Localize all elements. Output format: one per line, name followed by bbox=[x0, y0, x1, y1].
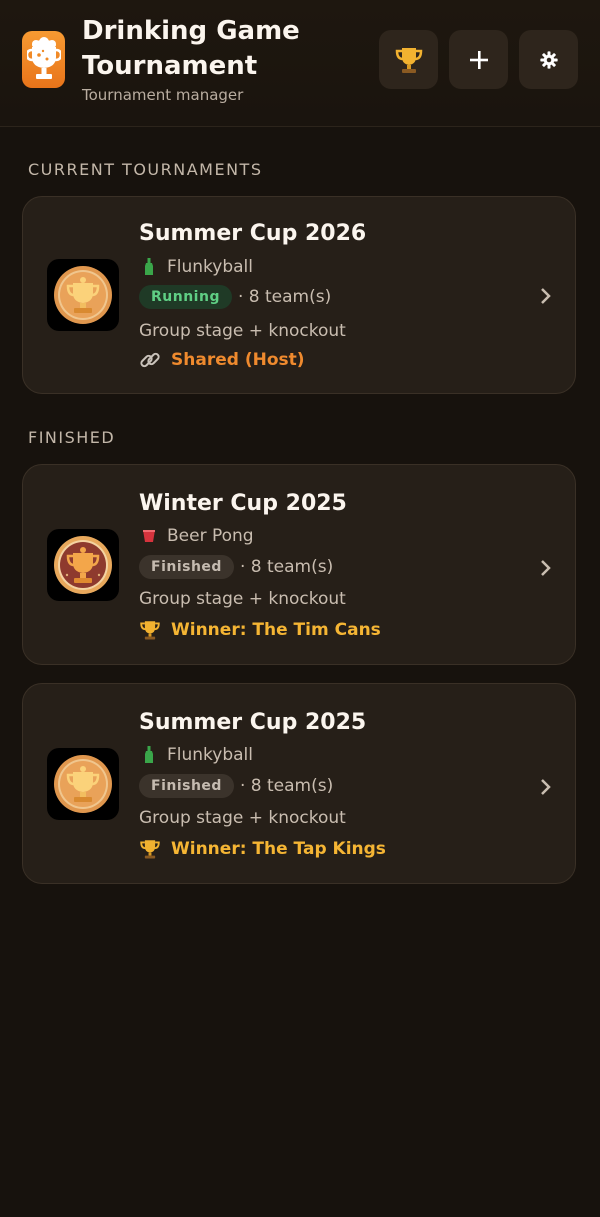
tournament-game: Beer Pong bbox=[139, 526, 254, 546]
chevron-right-icon bbox=[541, 779, 551, 795]
link-icon bbox=[139, 349, 161, 371]
gear-icon bbox=[539, 50, 558, 69]
bottle-icon bbox=[139, 258, 159, 276]
tournament-card[interactable]: Winter Cup 2025 Beer Pong Finished · 8 t… bbox=[22, 464, 576, 665]
status-badge: Running bbox=[139, 285, 232, 309]
tournament-format: Group stage + knockout bbox=[139, 808, 346, 828]
tournament-card[interactable]: Summer Cup 2026 Flunkyball Running · 8 t… bbox=[22, 196, 576, 394]
tournament-game: Flunkyball bbox=[139, 745, 253, 765]
tournament-note-text: Shared (Host) bbox=[171, 350, 305, 370]
tournament-game-name: Flunkyball bbox=[167, 745, 254, 765]
tournament-thumbnail bbox=[47, 748, 119, 820]
status-badge: Finished bbox=[139, 555, 234, 579]
trophy-button[interactable] bbox=[379, 30, 438, 89]
team-count: · 8 team(s) bbox=[237, 287, 332, 307]
bottle-icon bbox=[139, 746, 159, 764]
chevron-right-icon bbox=[541, 288, 551, 304]
status-badge: Finished bbox=[139, 774, 234, 798]
tournament-title: Summer Cup 2026 bbox=[139, 221, 367, 246]
tournament-status-row: Running · 8 team(s) bbox=[139, 285, 331, 309]
tournament-winner: Winner: The Tim Cans bbox=[139, 619, 381, 641]
section-current-label: CURRENT TOURNAMENTS bbox=[28, 160, 263, 179]
team-count: · 8 team(s) bbox=[239, 776, 334, 796]
tournament-game-name: Flunkyball bbox=[167, 257, 254, 277]
app-title: Drinking Game Tournament bbox=[82, 16, 300, 81]
settings-button[interactable] bbox=[519, 30, 578, 89]
add-tournament-button[interactable] bbox=[449, 30, 508, 89]
tournament-format: Group stage + knockout bbox=[139, 321, 346, 341]
team-count: · 8 team(s) bbox=[239, 557, 334, 577]
section-finished-label: FINISHED bbox=[28, 428, 116, 447]
trophy-icon bbox=[395, 47, 422, 73]
app-header: Drinking Game Tournament Tournament mana… bbox=[0, 0, 600, 127]
tournament-winner: Winner: The Tap Kings bbox=[139, 838, 386, 860]
trophy-icon bbox=[139, 838, 161, 860]
tournament-game-name: Beer Pong bbox=[167, 526, 254, 546]
trophy-icon bbox=[139, 619, 161, 641]
tournament-format: Group stage + knockout bbox=[139, 589, 346, 609]
red-cup-icon bbox=[139, 529, 159, 543]
tournament-title: Winter Cup 2025 bbox=[139, 491, 347, 516]
tournament-note-text: Winner: The Tim Cans bbox=[171, 620, 381, 640]
plus-icon bbox=[469, 50, 488, 69]
tournament-title: Summer Cup 2025 bbox=[139, 710, 367, 735]
chevron-right-icon bbox=[541, 560, 551, 576]
tournament-status-row: Finished · 8 team(s) bbox=[139, 555, 333, 579]
tournament-card[interactable]: Summer Cup 2025 Flunkyball Finished · 8 … bbox=[22, 683, 576, 884]
tournament-note-text: Winner: The Tap Kings bbox=[171, 839, 386, 859]
tournament-game: Flunkyball bbox=[139, 257, 253, 277]
app-subtitle: Tournament manager bbox=[82, 86, 244, 104]
tournament-share-status: Shared (Host) bbox=[139, 349, 305, 371]
tournament-status-row: Finished · 8 team(s) bbox=[139, 774, 333, 798]
tournament-thumbnail bbox=[47, 529, 119, 601]
beer-trophy-icon bbox=[22, 31, 65, 88]
tournament-thumbnail bbox=[47, 259, 119, 331]
